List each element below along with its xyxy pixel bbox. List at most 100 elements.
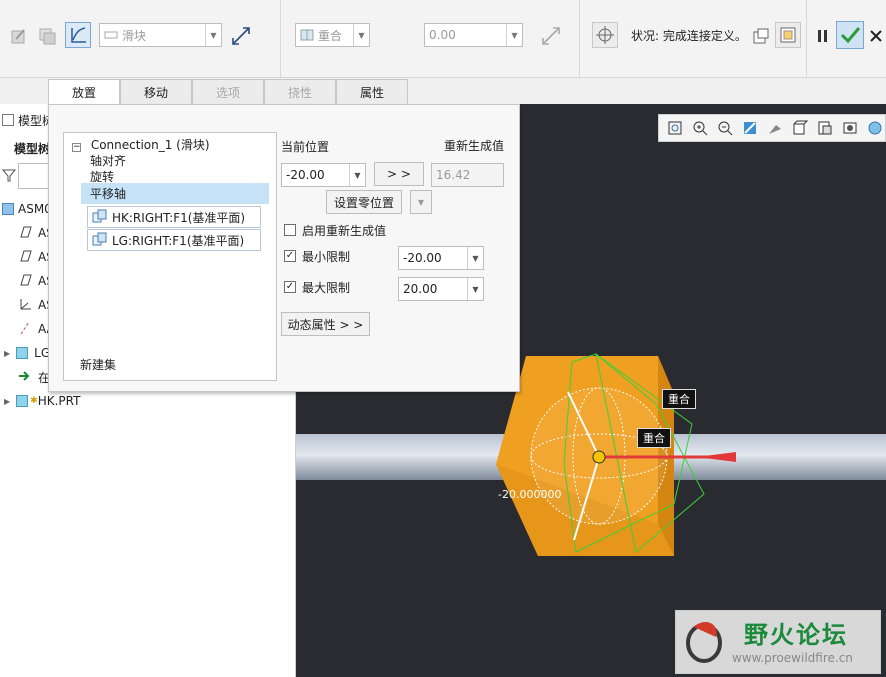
assembly-icon bbox=[2, 203, 14, 215]
chevron-down-icon[interactable]: ▼ bbox=[353, 24, 369, 46]
copy-to-regen-button[interactable]: > > bbox=[374, 162, 424, 186]
connection-type-combo[interactable]: 滑块 ▼ bbox=[99, 23, 222, 47]
view-toolbar bbox=[658, 114, 886, 142]
filter-icon[interactable] bbox=[1, 168, 17, 185]
reference-label: LG:RIGHT:F1(基准平面) bbox=[112, 233, 245, 248]
zoom-in-icon[interactable] bbox=[690, 118, 711, 138]
current-position-field[interactable]: -20.00 ▼ bbox=[281, 163, 366, 187]
max-limit-label: 最大限制 bbox=[302, 281, 351, 295]
view-manager-icon[interactable] bbox=[814, 118, 835, 138]
zoom-out-icon[interactable] bbox=[715, 118, 736, 138]
expand-arrow-icon[interactable]: ▶ bbox=[4, 349, 10, 358]
current-position-value: -20.00 bbox=[286, 168, 325, 182]
datum-plane-icon bbox=[18, 226, 32, 241]
tab-properties[interactable]: 属性 bbox=[336, 79, 408, 104]
current-position-label: 当前位置 bbox=[281, 140, 330, 154]
display-style-icon[interactable] bbox=[765, 118, 786, 138]
reference-collector[interactable]: LG:RIGHT:F1(基准平面) bbox=[87, 229, 261, 251]
dragger-center[interactable] bbox=[592, 450, 606, 464]
cancel-close-icon[interactable] bbox=[866, 23, 886, 49]
enable-regen-label: 启用重新生成值 bbox=[302, 224, 387, 238]
datum-plane-icon bbox=[18, 250, 32, 265]
ribbon-separator bbox=[806, 0, 807, 78]
min-limit-label: 最小限制 bbox=[302, 250, 351, 264]
chevron-down-icon[interactable]: ▼ bbox=[349, 164, 365, 186]
slider-icon bbox=[104, 29, 118, 41]
enable-regen-checkbox[interactable] bbox=[284, 224, 296, 236]
watermark-title: 野火论坛 bbox=[744, 621, 848, 649]
tree-item-hk-part[interactable]: ▶ ✱ HK.PRT bbox=[4, 391, 80, 411]
coincident-tag[interactable]: 重合 bbox=[637, 428, 671, 448]
new-set-link[interactable]: 新建集 bbox=[80, 356, 116, 373]
tab-flexibility[interactable]: 挠性 bbox=[264, 79, 336, 104]
saved-views-icon[interactable] bbox=[789, 118, 810, 138]
ribbon-separator bbox=[579, 0, 580, 78]
constraint-type-combo[interactable]: 重合 ▼ bbox=[295, 23, 370, 47]
tree-icon bbox=[2, 114, 14, 126]
regen-value: 16.42 bbox=[436, 168, 471, 182]
watermark: 野火论坛 www.proewildfire.cn bbox=[675, 610, 881, 674]
offset-value: 0.00 bbox=[429, 28, 456, 42]
dynamic-properties-button[interactable]: 动态属性 > > bbox=[281, 312, 370, 336]
part-icon bbox=[16, 347, 29, 359]
chevron-down-icon[interactable]: ▼ bbox=[467, 278, 483, 300]
model-tree-title: 模型树 bbox=[0, 110, 54, 130]
watermark-logo bbox=[686, 622, 722, 663]
collapse-icon[interactable]: − bbox=[72, 143, 81, 152]
ribbon-separator bbox=[280, 0, 281, 78]
set-zero-position-button[interactable]: 设置零位置 bbox=[326, 190, 402, 214]
separate-window-icon[interactable] bbox=[748, 23, 774, 49]
constraint-set-list: − Connection_1 (滑块) 轴对齐 旋转 平移轴 HK:RIGHT:… bbox=[63, 132, 277, 381]
flip-constraint-icon[interactable] bbox=[538, 23, 564, 49]
placement-panel: − Connection_1 (滑块) 轴对齐 旋转 平移轴 HK:RIGHT:… bbox=[48, 104, 520, 392]
reference-collector[interactable]: HK:RIGHT:F1(基准平面) bbox=[87, 206, 261, 228]
edit-icon[interactable] bbox=[6, 23, 32, 49]
chevron-down-icon[interactable]: ▼ bbox=[205, 24, 221, 46]
tab-move[interactable]: 移动 bbox=[120, 79, 192, 104]
max-limit-checkbox[interactable]: ✓ bbox=[284, 281, 296, 293]
datum-plane-ref-icon bbox=[92, 209, 108, 226]
datum-plane-icon bbox=[18, 274, 32, 289]
max-limit-field[interactable]: 20.00 ▼ bbox=[398, 277, 484, 301]
flip-icon[interactable] bbox=[228, 23, 254, 49]
coincident-tag[interactable]: 重合 bbox=[662, 389, 696, 409]
repaint-icon[interactable] bbox=[740, 118, 761, 138]
min-limit-value: -20.00 bbox=[403, 251, 442, 265]
tree-item-label: HK.PRT bbox=[37, 394, 81, 408]
min-limit-checkbox[interactable]: ✓ bbox=[284, 250, 296, 262]
connection-row[interactable]: − Connection_1 (滑块) bbox=[72, 136, 210, 153]
tab-options[interactable]: 选项 bbox=[192, 79, 264, 104]
min-limit-field[interactable]: -20.00 ▼ bbox=[398, 246, 484, 270]
watermark-url: www.proewildfire.cn bbox=[732, 651, 853, 665]
constraint-translation[interactable]: 平移轴 bbox=[81, 183, 269, 204]
expand-arrow-icon[interactable]: ▶ bbox=[4, 397, 10, 406]
tree-item-insert-here[interactable]: 在 bbox=[18, 367, 50, 387]
coincident-icon bbox=[300, 29, 314, 41]
tree-item-lg-part[interactable]: ▶ LG bbox=[4, 343, 50, 363]
constraint-axis-align[interactable]: 轴对齐 bbox=[90, 152, 126, 169]
appearance-icon[interactable] bbox=[864, 118, 885, 138]
chevron-down-icon[interactable]: ▼ bbox=[506, 24, 522, 46]
dimension-value[interactable]: -20.000000 bbox=[498, 488, 561, 501]
pause-icon[interactable] bbox=[810, 23, 836, 49]
max-limit-value: 20.00 bbox=[403, 282, 438, 296]
refit-icon[interactable] bbox=[665, 118, 686, 138]
move-component-icon[interactable] bbox=[592, 22, 618, 48]
regen-value-field[interactable]: 16.42 bbox=[431, 163, 504, 187]
chevron-down-icon[interactable]: ▼ bbox=[467, 247, 483, 269]
set-zero-dropdown[interactable]: ▼ bbox=[410, 190, 432, 214]
assembly-window-icon[interactable] bbox=[775, 22, 801, 48]
modified-star-icon: ✱ bbox=[30, 396, 38, 406]
status-text: 状况: 完成连接定义。 bbox=[631, 29, 747, 43]
reference-label: HK:RIGHT:F1(基准平面) bbox=[112, 210, 246, 225]
ok-check-icon[interactable] bbox=[836, 21, 864, 49]
tree-item-asm[interactable]: ASM0 bbox=[0, 199, 52, 219]
copy-icon[interactable] bbox=[34, 23, 60, 49]
offset-combo[interactable]: 0.00 ▼ bbox=[424, 23, 523, 47]
user-defined-icon[interactable] bbox=[65, 22, 91, 48]
tab-placement[interactable]: 放置 bbox=[48, 79, 120, 104]
model-tree-header: 模型树 bbox=[14, 141, 51, 156]
coordinate-system-icon bbox=[18, 297, 32, 314]
perspective-icon[interactable] bbox=[839, 118, 860, 138]
part-icon bbox=[16, 395, 29, 407]
